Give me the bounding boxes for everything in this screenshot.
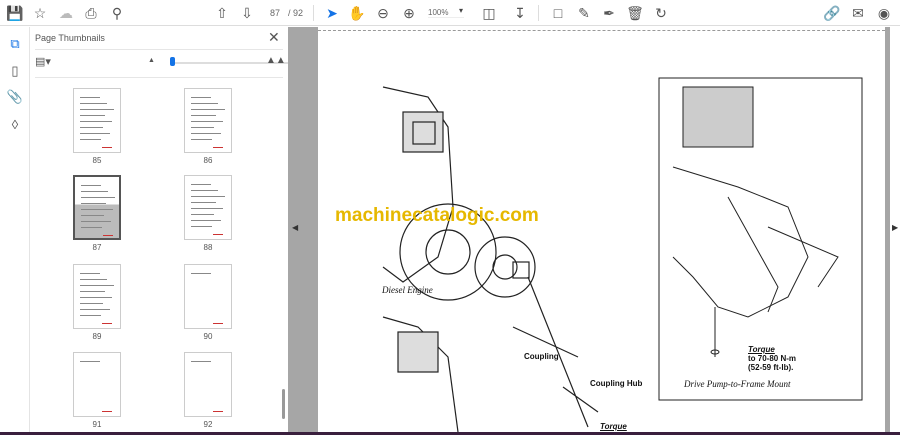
sign-icon[interactable]: ✒ [599, 3, 619, 23]
layers-icon[interactable]: ◊ [5, 114, 25, 134]
page-thumbnails-icon[interactable]: ⧉ [5, 34, 25, 54]
page-thumbnail[interactable] [73, 88, 121, 153]
page-down-icon[interactable]: ⇩ [237, 3, 257, 23]
attachments-icon[interactable]: 📎 [5, 87, 25, 107]
search-icon[interactable]: ⚲ [107, 3, 127, 23]
engine-diagram [382, 77, 863, 432]
torque-label-bottom: Torque [600, 422, 627, 431]
bookmark-star-icon[interactable]: ☆ [30, 3, 50, 23]
share-link-icon[interactable]: 🔗 [822, 3, 842, 23]
coupling-label: Coupling [524, 352, 559, 361]
thumbnail-page-number: 90 [203, 332, 213, 341]
comment-icon[interactable]: □ [548, 3, 568, 23]
page-thumbnail[interactable] [184, 264, 232, 329]
pdf-page: machinecatalogic.com Diesel Engine Coupl… [318, 27, 885, 432]
rotate-icon[interactable]: ↻ [651, 3, 671, 23]
scroll-mode-icon[interactable]: ↧ [510, 3, 530, 23]
thumbnail-page-number: 86 [203, 156, 213, 165]
watermark: machinecatalogic.com [335, 205, 539, 226]
figure-caption: Drive Pump-to-Frame Mount [684, 379, 791, 389]
torque-line-2: (52-59 ft-lb). [748, 363, 794, 372]
select-cursor-icon[interactable]: ➤ [322, 3, 342, 23]
collapse-left-icon[interactable]: ◀ [292, 223, 298, 232]
page-thumbnail[interactable] [184, 88, 232, 153]
left-rail: ⧉ ▯ 📎 ◊ [0, 27, 30, 432]
upload-cloud-icon[interactable]: ☁ [56, 3, 76, 23]
small-thumbnails-icon[interactable]: ▲ [148, 57, 155, 64]
thumbnail-page-number: 87 [92, 243, 102, 252]
print-icon[interactable]: ⎙ [81, 3, 101, 23]
page-up-icon[interactable]: ⇧ [212, 3, 232, 23]
zoom-in-icon[interactable]: ⊕ [399, 3, 419, 23]
bookmarks-icon[interactable]: ▯ [5, 61, 25, 81]
expand-right-icon[interactable]: ▶ [892, 223, 898, 232]
page-thumbnail[interactable] [184, 175, 232, 240]
page-number-input[interactable] [264, 5, 286, 21]
coupling-hub-label: Coupling Hub [590, 379, 643, 388]
page-fit-icon[interactable]: ◫ [479, 3, 499, 23]
page-thumbnail[interactable] [73, 352, 121, 417]
toolbar: 💾 ☆ ☁ ⎙ ⚲ ⇧ ⇩ / 92 ➤ ✋ ⊖ ⊕ 100% ▾ ◫ ↧ □ … [0, 0, 900, 26]
delete-icon[interactable]: 🗑 [625, 3, 645, 23]
zoom-out-icon[interactable]: ⊖ [373, 3, 393, 23]
zoom-dropdown-icon[interactable]: ▾ [459, 6, 463, 15]
page-thumbnail[interactable] [73, 175, 121, 240]
page-thumbnail[interactable] [184, 352, 232, 417]
thumbnail-page-number: 92 [203, 420, 213, 429]
thumbnail-page-number: 91 [92, 420, 102, 429]
slider-handle[interactable] [170, 57, 175, 66]
close-panel-icon[interactable]: ✕ [268, 29, 280, 46]
torque-title: Torque [748, 345, 775, 354]
hand-tool-icon[interactable]: ✋ [347, 3, 367, 23]
thumbnail-options-icon[interactable]: ▤▾ [35, 55, 51, 68]
panel-title: Page Thumbnails [35, 33, 105, 43]
account-icon[interactable]: ◉ [874, 3, 894, 23]
thumbnail-page-number: 88 [203, 243, 213, 252]
highlight-pen-icon[interactable]: ✎ [574, 3, 594, 23]
page-thumbnail[interactable] [73, 264, 121, 329]
save-icon[interactable]: 💾 [5, 3, 25, 23]
total-pages: / 92 [288, 8, 304, 18]
torque-line-1: to 70-80 N-m [748, 354, 797, 363]
thumbnail-page-number: 85 [92, 156, 102, 165]
thumbnails-panel: Page Thumbnails ✕ ▤▾ ▲ ▲▲ 85 86 87 88 89 90 91… [30, 27, 290, 432]
large-thumbnails-icon[interactable]: ▲▲ [266, 55, 286, 66]
email-icon[interactable]: ✉ [848, 3, 868, 23]
diesel-engine-label: Diesel Engine [382, 285, 433, 295]
thumbnail-page-number: 89 [92, 332, 102, 341]
panel-scrollbar[interactable] [282, 389, 285, 419]
